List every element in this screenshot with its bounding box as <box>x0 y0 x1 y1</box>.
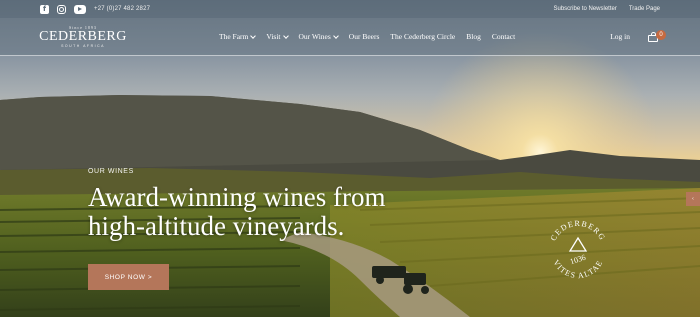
youtube-icon[interactable] <box>74 4 86 14</box>
cart-button[interactable]: 0 <box>648 29 666 42</box>
vites-altae-emblem: CEDERBERG VITES ALTAE 1036 <box>549 219 606 280</box>
utility-links: Subscribe to Newsletter Trade Page <box>553 6 660 12</box>
chevron-down-icon <box>250 32 257 39</box>
trade-page-link[interactable]: Trade Page <box>629 6 660 12</box>
hero-headline: Award-winning wines from high-altitude v… <box>88 182 386 241</box>
nav-item-cederberg-circle[interactable]: The Cederberg Circle <box>390 32 455 41</box>
chevron-down-icon <box>282 32 289 39</box>
nav-menu: The Farm Visit Our Wines Our Beers The C… <box>219 32 515 41</box>
social-links: f <box>40 4 86 14</box>
nav-item-our-beers[interactable]: Our Beers <box>349 32 380 41</box>
emblem-number: 1036 <box>569 253 587 267</box>
nav-item-label: Contact <box>491 32 516 41</box>
nav-item-label: Blog <box>466 32 481 41</box>
nav-item-contact[interactable]: Contact <box>492 32 515 41</box>
hero-eyebrow: OUR WINES <box>88 168 134 175</box>
top-utility-bar: f +27 (0)27 482 2827 Subscribe to Newsle… <box>0 0 700 18</box>
subscribe-newsletter-link[interactable]: Subscribe to Newsletter <box>553 6 616 12</box>
chevron-down-icon <box>332 32 339 39</box>
logo-country-text: SOUTH AFRICA <box>61 44 105 48</box>
facebook-icon[interactable]: f <box>40 4 49 14</box>
login-link[interactable]: Log in <box>610 32 630 41</box>
shop-now-button[interactable]: SHOP NOW > <box>88 264 169 290</box>
nav-actions: Log in 0 <box>610 29 666 42</box>
nav-item-blog[interactable]: Blog <box>466 32 481 41</box>
nav-item-label: The Farm <box>219 32 249 41</box>
nav-item-label: Visit <box>266 32 281 41</box>
nav-item-label: The Cederberg Circle <box>390 32 456 41</box>
nav-item-visit[interactable]: Visit <box>266 32 289 41</box>
nav-item-label: Our Wines <box>298 32 331 41</box>
nav-item-label: Our Beers <box>348 32 380 41</box>
logo-brand-text: CEDERBERG <box>39 29 127 44</box>
cart-count-badge: 0 <box>656 29 666 40</box>
nav-item-our-wines[interactable]: Our Wines <box>298 32 339 41</box>
side-feedback-tab[interactable]: ‹ <box>686 192 700 206</box>
nav-item-the-farm[interactable]: The Farm <box>219 32 257 41</box>
phone-number[interactable]: +27 (0)27 482 2827 <box>94 6 150 12</box>
chevron-left-icon: ‹ <box>692 196 694 202</box>
cederberg-logo[interactable]: Since 1893 CEDERBERG SOUTH AFRICA <box>39 25 127 48</box>
main-navigation: Since 1893 CEDERBERG SOUTH AFRICA The Fa… <box>0 18 700 56</box>
instagram-icon[interactable] <box>57 4 66 14</box>
triangle-icon <box>568 236 588 252</box>
